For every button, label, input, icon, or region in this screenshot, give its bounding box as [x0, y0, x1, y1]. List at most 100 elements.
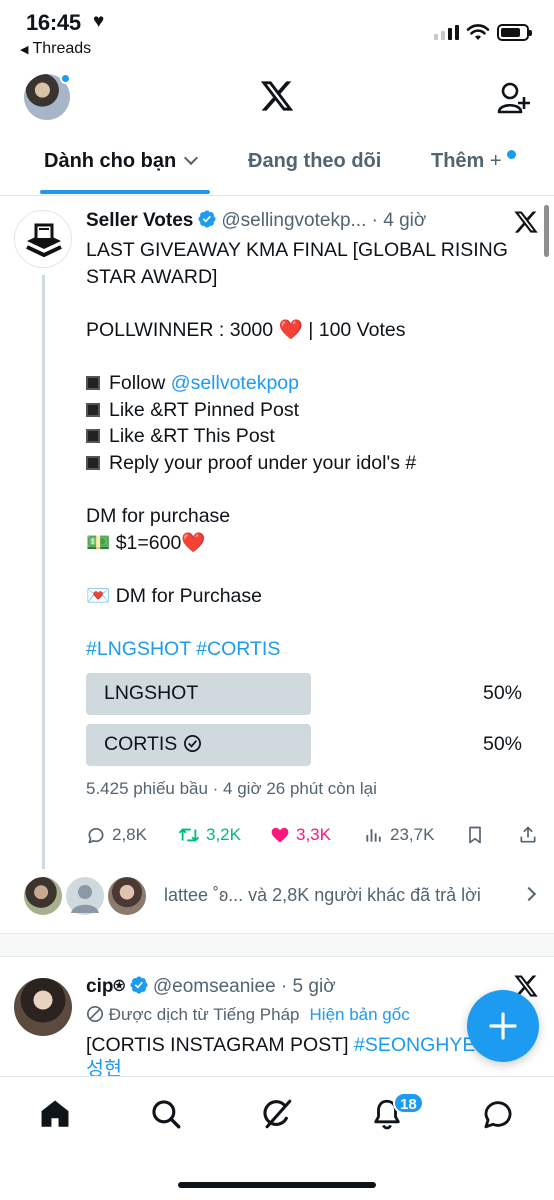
show-original-link[interactable]: Hiện bản gốc — [310, 1005, 410, 1024]
back-app-label: Threads — [32, 40, 92, 57]
heart-icon — [271, 827, 289, 843]
check-circle-icon — [184, 735, 202, 752]
translate-icon — [86, 1005, 104, 1023]
back-triangle-icon: ◀ — [20, 44, 29, 56]
wifi-icon — [466, 24, 490, 40]
share-button[interactable] — [518, 825, 538, 845]
chevron-down-icon — [184, 150, 199, 166]
post-line: Reply your proof under your idol's # — [86, 450, 536, 477]
post-divider — [0, 933, 554, 957]
black-square-icon — [86, 456, 100, 470]
like-rt-this-text: Like &RT This Post — [109, 425, 275, 447]
cellular-signal-icon — [434, 25, 459, 40]
poll-option[interactable]: LNGSHOT 50% — [86, 673, 536, 715]
author-name[interactable]: cip⍟ — [86, 976, 125, 997]
thread-line — [42, 275, 45, 869]
heart-status-icon: ♥ — [93, 11, 105, 32]
author-avatar[interactable] — [14, 978, 72, 1036]
follow-text: Follow — [109, 372, 171, 394]
nav-home[interactable] — [38, 1097, 72, 1131]
like-button[interactable]: 3,3K — [270, 825, 331, 845]
post-line: Like &RT Pinned Post — [86, 397, 536, 424]
post-time: · 4 giờ — [371, 210, 427, 231]
post-header: cip⍟ @eomseaniee · 5 giờ — [86, 975, 336, 998]
compose-button[interactable] — [467, 990, 539, 1062]
post-dm-line-2: 💌 DM for Purchase — [86, 585, 262, 607]
search-icon — [152, 1100, 181, 1129]
repost-count: 3,2K — [206, 825, 241, 844]
grok-icon — [263, 1099, 292, 1129]
active-tab-indicator — [40, 190, 210, 194]
share-icon — [520, 826, 536, 843]
views-count: 23,7K — [390, 825, 435, 844]
tab-following[interactable]: Đang theo dõi — [248, 150, 381, 173]
author-handle: @sellingvotekp... — [221, 210, 367, 231]
reply-button[interactable]: 2,8K — [86, 825, 147, 845]
post-actions: 2,8K 3,2K 3,3K 23,7K — [86, 825, 546, 855]
post-title: LAST GIVEAWAY KMA FINAL [GLOBAL RISING S… — [86, 239, 508, 288]
black-square-icon — [86, 376, 100, 390]
notification-dot — [60, 73, 71, 84]
add-user-icon[interactable] — [497, 82, 531, 114]
post-line: Like &RT This Post — [86, 423, 536, 450]
repost-button[interactable]: 3,2K — [178, 825, 241, 845]
post-dm-line: DM for purchase — [86, 505, 231, 527]
verified-badge-icon — [198, 210, 216, 228]
replier-avatar — [106, 875, 148, 917]
x-logo-icon — [514, 211, 538, 233]
chevron-right-icon — [521, 886, 537, 902]
bookmark-icon — [469, 826, 481, 844]
tab-label: Dành cho bạn — [44, 150, 177, 172]
poll-option[interactable]: CORTIS 50% — [86, 724, 536, 766]
black-square-icon — [86, 429, 100, 443]
plus-icon: + — [489, 150, 502, 172]
bookmark-button[interactable] — [466, 825, 484, 845]
tab-label: Thêm — [431, 150, 485, 172]
replies-summary-text: lattee ˚ʚ... và 2,8K người khác đã trả l… — [164, 885, 481, 905]
replier-avatar — [64, 875, 106, 917]
plus-icon — [489, 1012, 517, 1040]
replies-summary[interactable]: lattee ˚ʚ... và 2,8K người khác đã trả l… — [0, 873, 554, 935]
timeline-tabs: Dành cho bạn Đang theo dõi Thêm + — [0, 140, 554, 196]
poll-option-label: CORTIS — [104, 733, 178, 755]
views-icon — [366, 829, 381, 842]
repost-icon — [178, 828, 200, 842]
post-pollwinner: POLLWINNER : 3000 ❤️ | 100 Votes — [86, 319, 406, 341]
like-count: 3,3K — [296, 825, 331, 844]
notifications-badge: 18 — [393, 1092, 424, 1114]
home-icon — [41, 1100, 69, 1127]
bottom-nav: 18 — [0, 1076, 554, 1200]
default-avatar-icon — [71, 885, 99, 913]
reply-proof-text: Reply your proof under your idol's # — [109, 452, 417, 474]
post-header: Seller Votes @sellingvotekp... · 4 giờ — [86, 209, 426, 232]
tab-for-you[interactable]: Dành cho bạn — [44, 150, 199, 173]
like-rt-pinned-text: Like &RT Pinned Post — [109, 399, 300, 421]
replier-avatar — [22, 875, 64, 917]
views-button[interactable]: 23,7K — [364, 825, 434, 845]
back-to-app-link[interactable]: ◀ Threads — [20, 40, 91, 58]
mention-link[interactable]: @sellvotekpop — [171, 372, 299, 394]
poll-option-label-wrap: CORTIS — [104, 733, 202, 756]
nav-search[interactable] — [149, 1097, 183, 1131]
author-avatar[interactable] — [14, 210, 72, 268]
reply-icon — [88, 827, 104, 844]
nav-grok[interactable] — [260, 1097, 294, 1131]
post2-text-prefix: [CORTIS INSTAGRAM POST] — [86, 1034, 354, 1056]
home-indicator — [178, 1182, 376, 1188]
profile-avatar[interactable] — [24, 73, 71, 120]
scrollbar[interactable] — [544, 205, 549, 257]
post-hashtags[interactable]: #LNGSHOT #CORTIS — [86, 636, 536, 663]
author-name[interactable]: Seller Votes — [86, 210, 193, 231]
verified-badge-icon — [130, 976, 148, 994]
nav-messages[interactable] — [481, 1097, 515, 1131]
post-time: · 5 giờ — [280, 976, 336, 997]
author-handle: @eomseaniee — [152, 976, 276, 997]
ballot-box-icon — [26, 223, 62, 258]
messages-icon — [484, 1101, 512, 1129]
poll-option-percent: 50% — [482, 733, 522, 755]
x-logo-icon — [260, 81, 294, 111]
poll-option-label: LNGSHOT — [104, 682, 199, 704]
tab-more[interactable]: Thêm + — [431, 150, 516, 173]
status-bar: 16:45 ♥ ◀ Threads — [0, 0, 554, 66]
tab-label: Đang theo dõi — [248, 150, 382, 172]
